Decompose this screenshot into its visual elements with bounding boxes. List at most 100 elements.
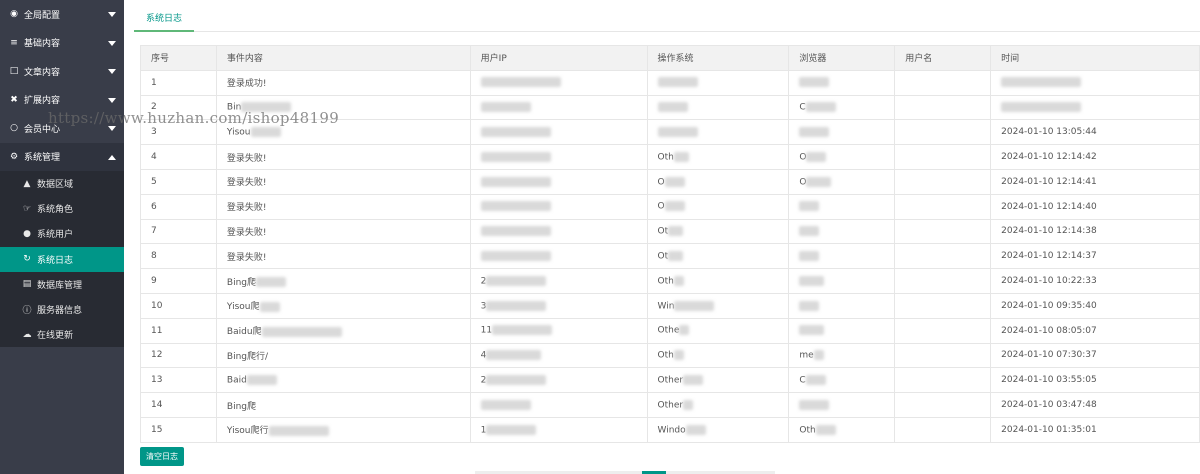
cell-event: 登录失败!	[215, 193, 471, 220]
cell-time: 2024-01-10 08:05:07	[990, 317, 1200, 344]
redacted-blur	[480, 399, 531, 410]
cell-os: O	[646, 193, 790, 220]
redacted-blur	[799, 300, 820, 311]
cell-time: 2024-01-10 12:14:41	[990, 168, 1200, 195]
sidebar-item-label: 数据库管理	[37, 280, 83, 291]
clear-log-button[interactable]: 清空日志	[140, 447, 184, 466]
nav-item-article-content[interactable]: □ 文章内容	[0, 57, 124, 86]
cell-event: 登录失败!	[215, 168, 471, 195]
cell-event: Yisou爬	[215, 292, 471, 319]
cell-ip	[469, 193, 648, 220]
hand-icon: ☞	[22, 203, 32, 214]
redacted-blur	[657, 127, 698, 138]
cell-os: Oth	[646, 268, 790, 294]
cell-user	[894, 243, 992, 270]
cell-event: Baidu爬	[215, 317, 471, 344]
cell-os: Othe	[646, 317, 790, 344]
sidebar-item-system-role[interactable]: ☞ 系统角色	[0, 196, 124, 221]
sitemap-icon: ▲	[23, 178, 31, 189]
cell-text: 登录失败!	[226, 153, 267, 164]
cell-id: 5	[140, 168, 217, 195]
cell-event: 登录失败!	[215, 218, 471, 245]
cell-text: Baidu爬	[226, 327, 262, 338]
cell-user	[894, 119, 992, 146]
cell-text: 7	[151, 226, 157, 237]
cell-time: 2024-01-10 03:47:48	[990, 392, 1200, 418]
redacted-blur	[256, 277, 287, 288]
cell-time: 2024-01-10 12:14:37	[990, 243, 1200, 270]
gear-icon: ⚙	[9, 151, 19, 162]
cell-text: Other	[657, 375, 684, 386]
sidebar-item-data-area[interactable]: ▲ 数据区域	[0, 171, 124, 196]
cell-text: 15	[151, 424, 163, 435]
cell-text: Bing爬	[226, 401, 257, 412]
sidebar-item-online-update[interactable]: ☁ 在线更新	[0, 322, 124, 347]
tab-system-log[interactable]: 系统日志	[134, 5, 195, 32]
cell-id: 8	[140, 243, 217, 270]
nav-item-basic-content[interactable]: ≡ 基础内容	[0, 29, 124, 58]
cell-text: Win	[657, 301, 675, 312]
table-row: 8 登录失败! Ot 2024-01-10 12:14:37	[140, 243, 1200, 270]
redacted-blur	[799, 127, 830, 138]
cell-text: 11	[480, 325, 493, 336]
cell-id: 1	[140, 69, 217, 96]
cell-browser	[788, 119, 896, 146]
cell-browser: C	[788, 367, 896, 394]
redacted-blur	[261, 326, 342, 337]
redacted-blur	[673, 151, 689, 162]
cell-event: 登录失败!	[215, 144, 471, 170]
table-row: 9 Bing爬 2 Oth 2024-01-10 10:22:33	[140, 268, 1200, 294]
redacted-blur	[250, 127, 281, 138]
cell-text: Yisou爬	[226, 302, 260, 313]
nav-item-system-manage[interactable]: ⚙ 系统管理	[0, 142, 124, 171]
cell-event: 登录成功!	[215, 69, 471, 96]
cell-time: 2024-01-10 09:35:40	[990, 292, 1200, 319]
cell-event: Bing爬	[215, 268, 471, 294]
column-header-event: 事件内容	[215, 45, 471, 71]
table-row: 13 Baid 2 Other C 2024-01-10 03:55:05	[140, 367, 1200, 394]
cell-ip: 4	[469, 342, 648, 369]
table-row: 5 登录失败! O O 2024-01-10 12:14:41	[140, 168, 1200, 195]
redacted-blur	[799, 325, 825, 336]
cell-text: Oth	[799, 425, 816, 436]
cell-event: 登录失败!	[215, 243, 471, 270]
cell-text: 13	[151, 375, 163, 386]
cell-id: 15	[140, 416, 217, 443]
table-row: 6 登录失败! O 2024-01-10 12:14:40	[140, 193, 1200, 220]
cell-event: Bing爬行/	[215, 342, 471, 369]
column-header-ip: 用户IP	[469, 45, 648, 71]
cell-text: O	[799, 152, 807, 163]
chevron-down-icon	[108, 97, 116, 103]
table-row: 12 Bing爬行/4 Oth me 2024-01-10 07:30:37	[140, 342, 1200, 369]
redacted-blur	[246, 375, 277, 385]
table-row: 7 登录失败! Ot 2024-01-10 12:14:38	[140, 218, 1200, 245]
cell-text: 3	[151, 127, 157, 138]
redacted-blur	[486, 275, 547, 286]
nav-label: 扩展内容	[24, 96, 61, 107]
redacted-blur	[806, 176, 832, 187]
sidebar-item-database[interactable]: ▤ 数据库管理	[0, 272, 124, 297]
redacted-blur	[799, 77, 830, 88]
cell-text: 8	[151, 251, 157, 262]
cell-text: 6	[151, 201, 157, 212]
cell-text: Windo	[657, 425, 686, 436]
sidebar-item-server-info[interactable]: ⓘ 服务器信息	[0, 297, 124, 322]
redacted-blur	[679, 325, 690, 336]
sidebar-item-system-log[interactable]: ↻ 系统日志	[0, 246, 124, 272]
cell-id: 7	[140, 218, 217, 245]
cell-time: 2024-01-10 07:30:37	[990, 342, 1200, 369]
cell-text: Bing爬行/	[226, 351, 269, 362]
cell-text: 2024-01-10 07:30:37	[1001, 350, 1097, 361]
nav-item-global-config[interactable]: ◉ 全局配置	[0, 0, 124, 29]
cell-text: 2024-01-10 12:14:40	[1001, 201, 1097, 212]
cell-id: 14	[140, 392, 217, 418]
sidebar-item-system-user[interactable]: ● 系统用户	[0, 221, 124, 246]
redacted-blur	[480, 251, 551, 262]
cell-ip	[469, 243, 648, 270]
nav-label: 全局配置	[24, 10, 61, 21]
table-row: 4 登录失败! Oth O 2024-01-10 12:14:42	[140, 144, 1200, 170]
redacted-blur	[805, 375, 826, 385]
cell-text: 2024-01-10 03:47:48	[1001, 400, 1097, 411]
table-row: 11 Baidu爬 11 Othe 2024-01-10 08:05:07	[140, 317, 1200, 344]
cell-os	[646, 119, 790, 146]
